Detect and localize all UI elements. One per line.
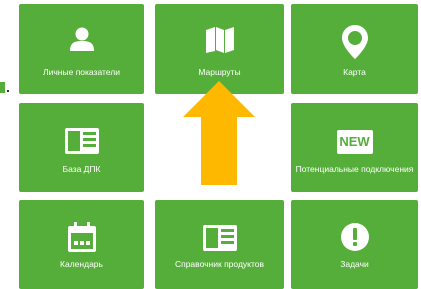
tile-potential-connections[interactable]: NEW Потенциальные подключения [291, 103, 418, 192]
new-badge-text: NEW [339, 134, 370, 149]
location-pin-icon [341, 24, 369, 65]
tile-label: Календарь [60, 259, 103, 269]
tile-dpk-database[interactable]: База ДПК [19, 103, 144, 192]
left-edge-marker [0, 82, 5, 93]
tile-label: Задачи [340, 259, 369, 269]
database-card-icon [64, 128, 99, 159]
tile-label: Справочник продуктов [174, 259, 265, 269]
tile-tasks[interactable]: Задачи [291, 200, 418, 289]
tile-map[interactable]: Карта [291, 4, 418, 94]
map-icon [205, 26, 235, 59]
tile-label: Потенциальные подключения [295, 164, 414, 174]
tile-label: Карта [343, 67, 366, 77]
exclamation-icon [340, 222, 370, 257]
tile-calendar[interactable]: Календарь [19, 200, 144, 289]
calendar-icon [67, 222, 96, 257]
left-edge-dot [7, 90, 9, 92]
tile-label: Маршруты [198, 67, 241, 77]
tile-label: Личные показатели [43, 67, 120, 77]
tile-label: База ДПК [62, 164, 101, 174]
new-badge-icon: NEW [336, 130, 373, 159]
person-icon [69, 26, 95, 57]
up-arrow-icon [183, 81, 255, 185]
product-catalog-icon [202, 225, 237, 256]
tile-product-catalog[interactable]: Справочник продуктов [155, 200, 284, 289]
tile-personal-indicators[interactable]: Личные показатели [19, 4, 144, 94]
